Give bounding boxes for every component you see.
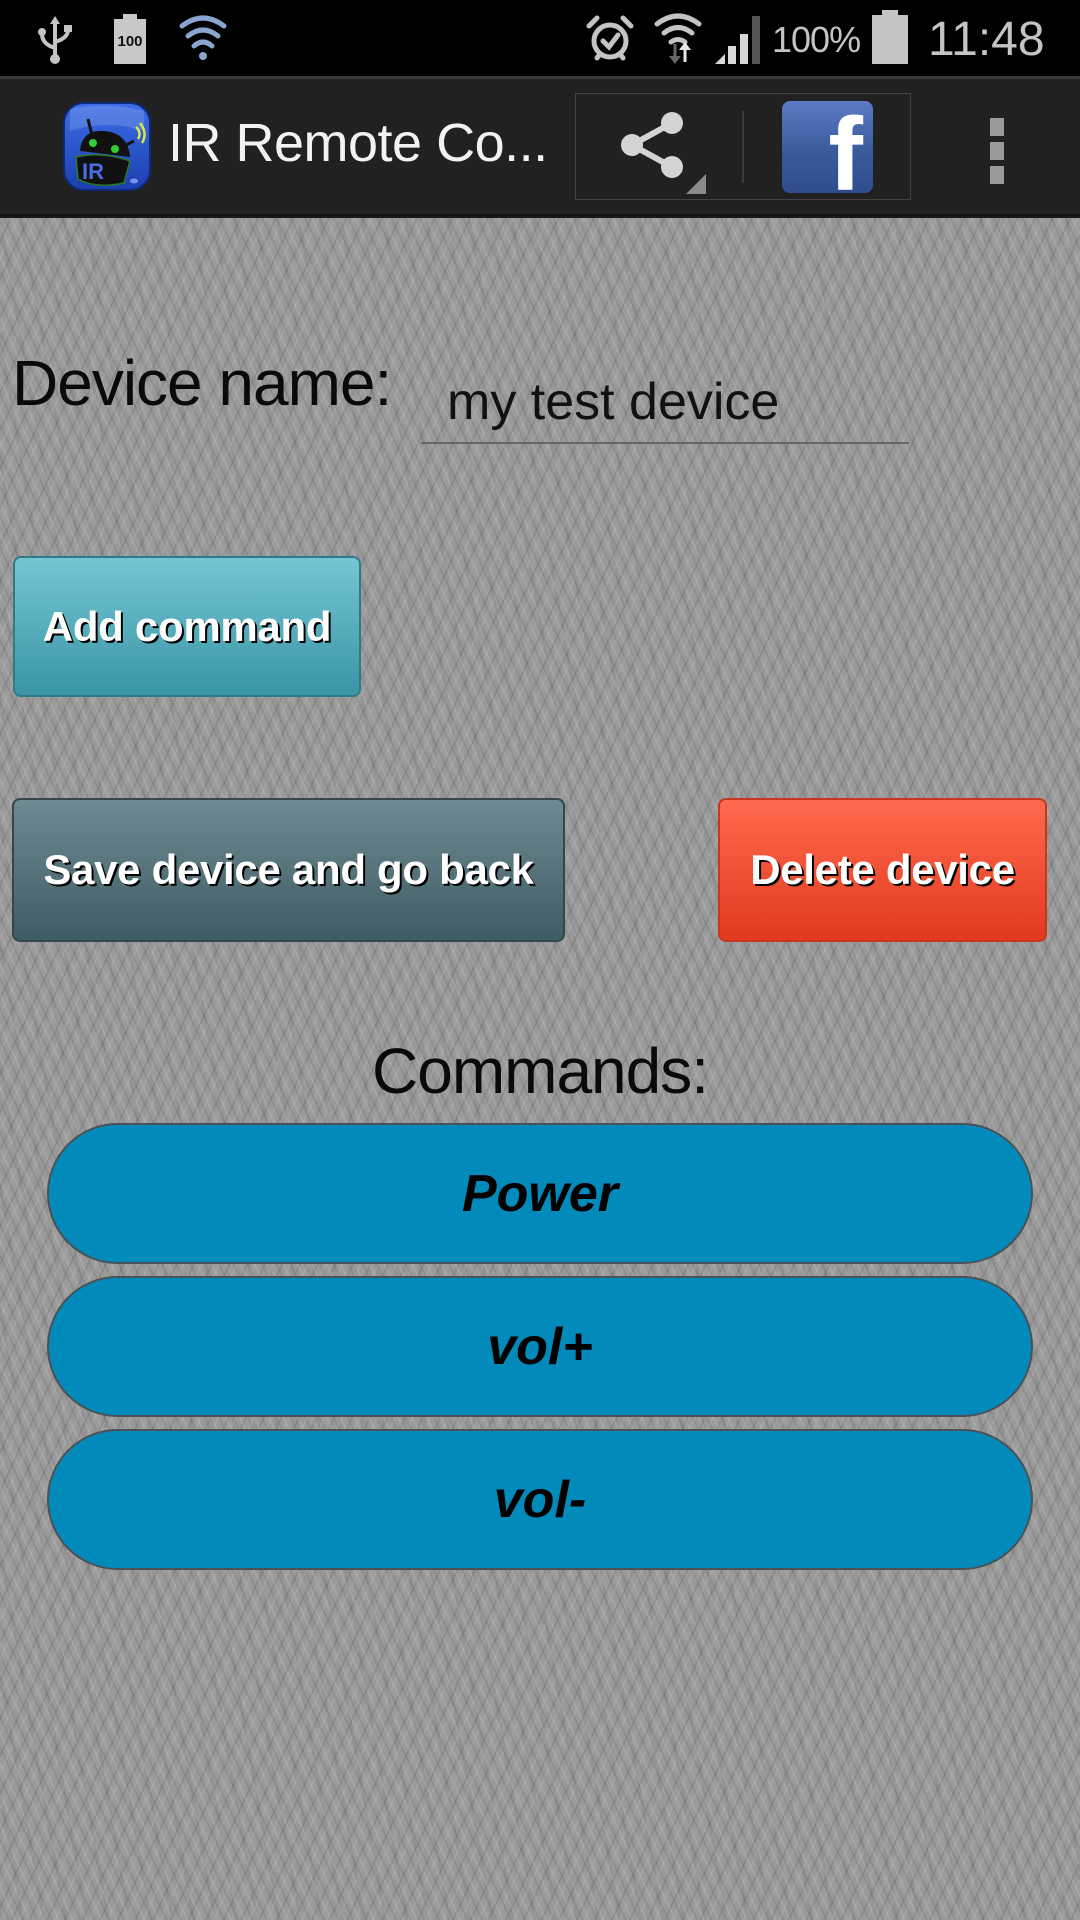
battery-icon (872, 10, 908, 64)
command-button-vol-down[interactable]: vol- (47, 1429, 1033, 1570)
action-divider (742, 111, 744, 183)
status-bar: 100 100% 11:48 (0, 0, 1080, 76)
overflow-menu-button[interactable] (975, 110, 1019, 190)
facebook-icon: f (828, 101, 863, 193)
alarm-icon (586, 15, 634, 61)
app-icon-label: IR (82, 159, 104, 184)
device-name-label: Device name: (12, 347, 392, 419)
save-device-button[interactable]: Save device and go back (12, 798, 565, 942)
wifi-notification-icon (179, 15, 227, 60)
device-name-input[interactable] (421, 362, 909, 444)
add-command-button[interactable]: Add command (13, 556, 361, 697)
usb-icon (38, 16, 72, 64)
app-title: IR Remote Co... (168, 113, 548, 173)
delete-device-button[interactable]: Delete device (718, 798, 1047, 942)
wifi-data-icon (654, 13, 702, 64)
facebook-button[interactable]: f (782, 101, 873, 193)
app-icon[interactable]: IR (62, 101, 152, 192)
command-button-vol-up[interactable]: vol+ (47, 1276, 1033, 1417)
share-button[interactable] (576, 94, 741, 199)
command-button-power[interactable]: Power (47, 1123, 1033, 1264)
ir-remote-app-icon: IR (63, 102, 151, 191)
battery-100-notification-icon: 100 (114, 14, 146, 64)
share-icon (621, 112, 706, 194)
battery-notification-label: 100 (114, 19, 146, 64)
clock: 11:48 (928, 13, 1045, 66)
battery-percent: 100% (772, 19, 861, 60)
commands-heading: Commands: (372, 1035, 709, 1107)
signal-icon (715, 16, 760, 64)
